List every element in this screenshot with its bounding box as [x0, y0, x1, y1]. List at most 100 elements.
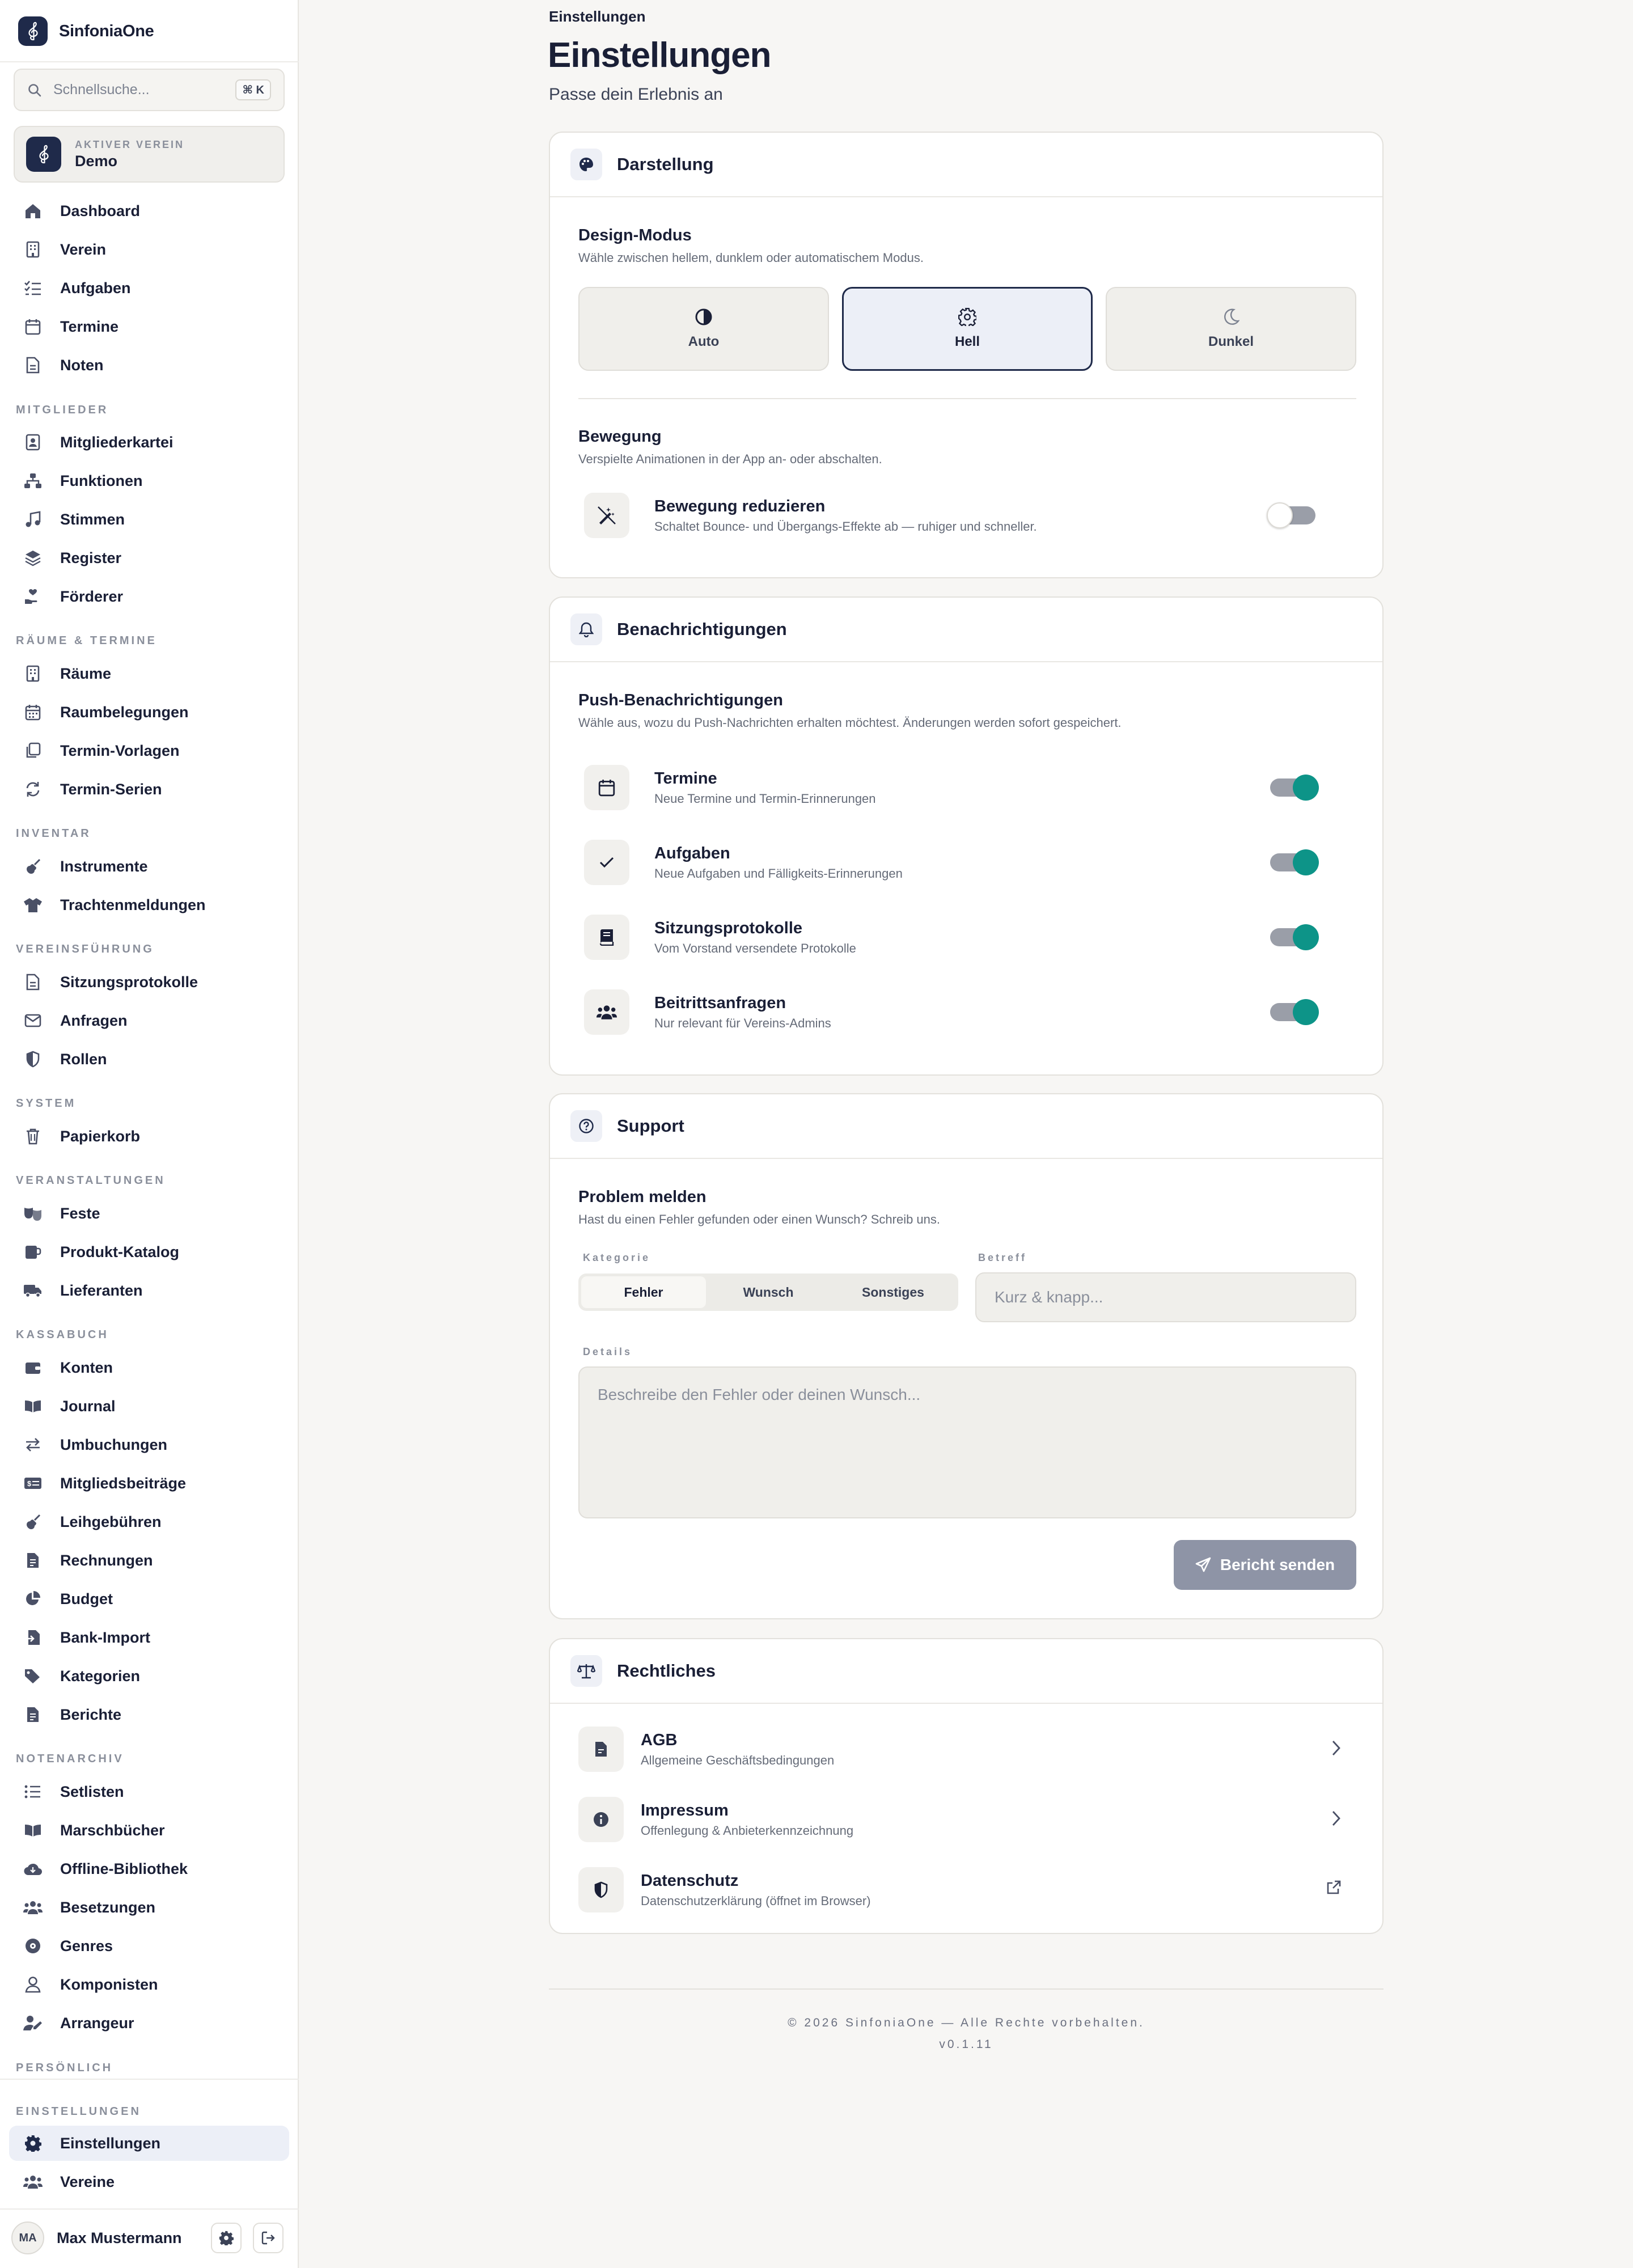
nav-item-genres[interactable]: Genres: [9, 1928, 289, 1964]
details-label: Details: [583, 1346, 633, 1357]
nav-item-aufgaben[interactable]: Aufgaben: [9, 270, 289, 306]
legal-row-agb[interactable]: AGB Allgemeine Geschäftsbedingungen: [578, 1721, 1356, 1778]
legal-title: Rechtliches: [617, 1661, 716, 1681]
nav-label: Einstellungen: [60, 2134, 161, 2152]
nav-label: Register: [60, 549, 122, 566]
nav-item-papierkorb[interactable]: Papierkorb: [9, 1119, 289, 1154]
nav-item-berichte[interactable]: Berichte: [9, 1697, 289, 1732]
nav-section-persoenlich: PERSÖNLICH: [16, 2062, 113, 2074]
legal-item-title: Impressum: [641, 1801, 729, 1820]
motion-desc: Verspielte Animationen in der App an- od…: [578, 452, 882, 466]
guitar-icon: [23, 1512, 43, 1532]
nav-item-besetzungen[interactable]: Besetzungen: [9, 1890, 289, 1925]
user-pen-icon: [23, 2013, 43, 2033]
nav-label: Termin-Serien: [60, 780, 162, 798]
user-icon: [23, 1974, 43, 1995]
notif-beitrittsanfragen-toggle[interactable]: [1270, 999, 1319, 1025]
notif-title: Termine: [654, 769, 717, 788]
nav-item-sitzungsprotokolle[interactable]: Sitzungsprotokolle: [9, 964, 289, 1000]
nav-item-funktionen[interactable]: Funktionen: [9, 463, 289, 498]
nav-item-rollen[interactable]: Rollen: [9, 1042, 289, 1077]
nav-item-noten[interactable]: Noten: [9, 348, 289, 383]
nav-item-termin-vorlagen[interactable]: Termin-Vorlagen: [9, 733, 289, 768]
notif-sitzungsprotokolle-toggle[interactable]: [1270, 924, 1319, 950]
nav-item-feste[interactable]: Feste: [9, 1196, 289, 1231]
breadcrumb: Einstellungen: [549, 8, 646, 25]
nav-section-mitglieder: MITGLIEDER: [16, 404, 109, 416]
nav-item-offline-bibliothek[interactable]: Offline-Bibliothek: [9, 1851, 289, 1886]
nav-item-termine[interactable]: Termine: [9, 309, 289, 344]
nav-item-instrumente[interactable]: Instrumente: [9, 849, 289, 884]
nav-label: Setlisten: [60, 1783, 124, 1800]
nav-item-leihgebuehren[interactable]: Leihgebühren: [9, 1504, 289, 1539]
envelope-icon: [23, 1010, 43, 1031]
nav-item-mitgliederkartei[interactable]: Mitgliederkartei: [9, 425, 289, 460]
notif-termine-toggle[interactable]: [1270, 775, 1319, 801]
nav-item-verein[interactable]: Verein: [9, 232, 289, 267]
nav-item-vereine[interactable]: Vereine: [9, 2164, 289, 2199]
nav-label: Kategorien: [60, 1667, 141, 1685]
legal-item-title: AGB: [641, 1730, 678, 1749]
legal-row-impressum[interactable]: Impressum Offenlegung & Anbieterkennzeich…: [578, 1791, 1356, 1848]
nav-item-raeume[interactable]: Räume: [9, 656, 289, 691]
nav-label: Rechnungen: [60, 1551, 153, 1569]
nav-item-register[interactable]: Register: [9, 540, 289, 576]
nav-item-umbuchungen[interactable]: Umbuchungen: [9, 1427, 289, 1462]
brand[interactable]: SinfoniaOne: [18, 15, 154, 48]
file-contract-icon: [578, 1727, 624, 1772]
mode-hell-button[interactable]: Hell: [842, 287, 1093, 371]
quick-search-placeholder: Schnellsuche...: [53, 82, 150, 98]
nav-item-termin-serien[interactable]: Termin-Serien: [9, 772, 289, 807]
nav-item-trachtenmeldungen[interactable]: Trachtenmeldungen: [9, 887, 289, 923]
category-wunsch[interactable]: Wunsch: [706, 1276, 831, 1308]
report-icon: [23, 1704, 43, 1725]
copy-icon: [23, 741, 43, 761]
users-icon: [23, 1897, 43, 1918]
notif-aufgaben-toggle[interactable]: [1270, 849, 1319, 875]
legal-row-datenschutz[interactable]: Datenschutz Datenschutzerklärung (öffnet …: [578, 1861, 1356, 1918]
mode-auto-button[interactable]: Auto: [578, 287, 829, 371]
nav-label: Feste: [60, 1204, 100, 1222]
nav-label: Stimmen: [60, 510, 125, 528]
nav-label: Journal: [60, 1397, 116, 1415]
nav-item-bank-import[interactable]: Bank-Import: [9, 1620, 289, 1655]
nav-item-kategorien[interactable]: Kategorien: [9, 1658, 289, 1694]
quick-search-input[interactable]: Schnellsuche... ⌘ K: [14, 69, 285, 111]
nav-item-dashboard[interactable]: Dashboard: [9, 193, 289, 229]
category-sonstiges[interactable]: Sonstiges: [831, 1276, 955, 1308]
nav-label: Leihgebühren: [60, 1513, 162, 1530]
nav-item-lieferanten[interactable]: Lieferanten: [9, 1273, 289, 1308]
nav-item-raumbelegungen[interactable]: Raumbelegungen: [9, 695, 289, 730]
nav-item-produkt-katalog[interactable]: Produkt-Katalog: [9, 1234, 289, 1270]
nav-item-arrangeur[interactable]: Arrangeur: [9, 2005, 289, 2041]
nav-item-marschbuecher[interactable]: Marschbücher: [9, 1813, 289, 1848]
nav-item-anfragen[interactable]: Anfragen: [9, 1003, 289, 1038]
nav-item-rechnungen[interactable]: Rechnungen: [9, 1543, 289, 1578]
active-club-switcher[interactable]: AKTIVER VEREIN Demo: [14, 126, 285, 183]
reduce-motion-toggle[interactable]: [1267, 502, 1315, 528]
nav-item-setlisten[interactable]: Setlisten: [9, 1774, 289, 1809]
mode-dunkel-button[interactable]: Dunkel: [1106, 287, 1356, 371]
category-fehler[interactable]: Fehler: [581, 1276, 706, 1308]
details-textarea[interactable]: Beschreibe den Fehler oder deinen Wunsch…: [578, 1366, 1356, 1518]
reduce-motion-row: Bewegung reduzieren Schaltet Bounce- und…: [584, 490, 1349, 541]
nav-item-budget[interactable]: Budget: [9, 1581, 289, 1617]
pie-chart-icon: [23, 1589, 43, 1609]
user-profile[interactable]: MA Max Mustermann: [11, 2218, 289, 2258]
nav-item-konten[interactable]: Konten: [9, 1350, 289, 1385]
nav-item-stimmen[interactable]: Stimmen: [9, 502, 289, 537]
notif-row-termine: Termine Neue Termine und Termin-Erinnerun…: [584, 762, 1349, 813]
nav-item-mitgliedsbeitraege[interactable]: $ Mitgliedsbeiträge: [9, 1466, 289, 1501]
nav-section-notenarchiv: NOTENARCHIV: [16, 1753, 124, 1765]
notif-row-beitrittsanfragen: Beitrittsanfragen Nur relevant für Verein…: [584, 987, 1349, 1038]
subject-input[interactable]: Kurz & knapp...: [975, 1272, 1356, 1322]
nav-item-foerderer[interactable]: Förderer: [9, 579, 289, 614]
send-report-button[interactable]: Bericht senden: [1174, 1540, 1356, 1590]
nav-item-komponisten[interactable]: Komponisten: [9, 1967, 289, 2002]
logout-button[interactable]: [253, 2223, 284, 2253]
user-settings-button[interactable]: [211, 2223, 242, 2253]
nav-section-veranstaltungen: VERANSTALTUNGEN: [16, 1174, 166, 1187]
nav-item-einstellungen[interactable]: Einstellungen: [9, 2126, 289, 2161]
shortcut-badge: ⌘ K: [235, 79, 271, 100]
nav-item-journal[interactable]: Journal: [9, 1389, 289, 1424]
